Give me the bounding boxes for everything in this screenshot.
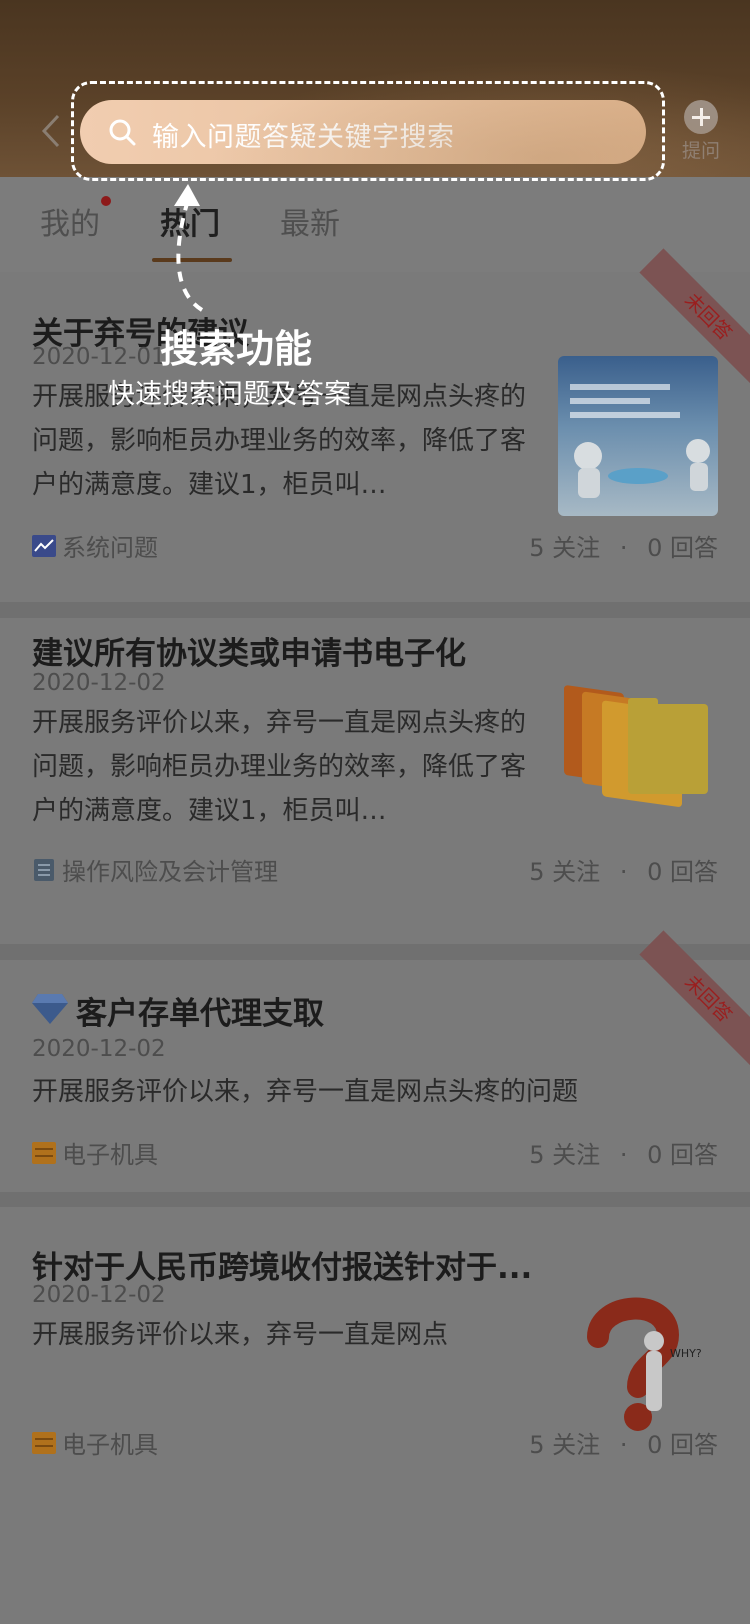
plus-icon: [684, 100, 718, 134]
question-card[interactable]: 建议所有协议类或申请书电子化 2020-12-02 开展服务评价以来，弃号一直是…: [0, 618, 750, 944]
question-card[interactable]: 针对于人民币跨境收付报送针对于... 2020-12-02 开展服务评价以来，弃…: [0, 1207, 750, 1530]
diamond-icon: [32, 994, 68, 1024]
stat-separator: ·: [619, 858, 628, 886]
unread-dot: [101, 196, 111, 206]
category-label: 系统问题: [62, 534, 158, 562]
question-stats: 5 关注 · 0 回答: [529, 852, 718, 887]
question-stats: 5 关注 · 0 回答: [529, 528, 718, 563]
stat-separator: ·: [619, 1141, 628, 1169]
back-arrow-icon[interactable]: [38, 112, 64, 150]
robot-image: [558, 356, 718, 516]
question-mark-image: WHY?: [558, 1287, 718, 1447]
question-stats: 5 关注 · 0 回答: [529, 1135, 718, 1170]
machine-icon: [32, 1431, 56, 1454]
question-date: 2020-12-01: [32, 344, 166, 370]
guide-subtitle: 快速搜索问题及答案: [108, 379, 351, 410]
qa-page: 输入问题答疑关键字搜索 提问 我的 热门 最新 未回答 关于弃号的建议 2020…: [0, 0, 750, 1624]
question-desc: 开展服务评价以来，弃号一直是网点: [32, 1320, 449, 1350]
chart-icon: [32, 534, 56, 557]
stat-separator: ·: [619, 1431, 628, 1459]
folders-image: [558, 674, 718, 834]
answer-count: 0 回答: [647, 1431, 718, 1459]
answer-count: 0 回答: [647, 858, 718, 886]
guide-arrow: [174, 184, 204, 312]
follow-count: 5 关注: [529, 858, 601, 886]
guide-title: 搜索功能: [160, 327, 313, 371]
follow-count: 5 关注: [529, 534, 601, 562]
category-label: 电子机具: [62, 1431, 158, 1459]
card-divider: [0, 602, 750, 618]
ask-question-button[interactable]: 提问: [676, 100, 726, 166]
follow-count: 5 关注: [529, 1141, 601, 1169]
question-date: 2020-12-02: [32, 1282, 166, 1308]
question-date: 2020-12-02: [32, 670, 166, 696]
search-highlight-frame: [71, 81, 665, 181]
answer-count: 0 回答: [647, 1141, 718, 1169]
ask-label: 提问: [681, 140, 720, 162]
tab-bar: [0, 177, 750, 272]
category-label: 电子机具: [62, 1141, 158, 1169]
card-divider: [0, 1192, 750, 1208]
follow-count: 5 关注: [529, 1431, 601, 1459]
question-category[interactable]: 电子机具: [32, 1425, 158, 1460]
question-title: 客户存单代理支取: [76, 996, 324, 1032]
stat-separator: ·: [619, 534, 628, 562]
answer-count: 0 回答: [647, 534, 718, 562]
card-divider: [0, 944, 750, 960]
document-icon: [34, 858, 54, 881]
question-category[interactable]: 电子机具: [32, 1135, 158, 1170]
question-category[interactable]: 系统问题: [32, 528, 158, 563]
category-label: 操作风险及会计管理: [62, 858, 278, 886]
question-card[interactable]: 未回答 关于弃号的建议 2020-12-01 开展服务评价以来，弃号一直是网点头…: [0, 248, 750, 602]
question-card[interactable]: 未回答 客户存单代理支取 2020-12-02 开展服务评价以来，弃号一直是网点…: [0, 930, 750, 1192]
tab-my[interactable]: 我的: [40, 199, 100, 243]
tab-latest[interactable]: 最新: [280, 199, 340, 243]
question-desc: 开展服务评价以来，弃号一直是网点头疼的问题: [32, 1077, 579, 1107]
question-desc: 开展服务评价以来，弃号一直是网点头疼的问题，影响柜员办理业务的效率，降低了客户的…: [32, 708, 527, 826]
question-title: 针对于人民币跨境收付报送针对于...: [32, 1250, 533, 1286]
question-date: 2020-12-02: [32, 1036, 166, 1062]
svg-text:WHY?: WHY?: [670, 1347, 702, 1360]
question-title: 建议所有协议类或申请书电子化: [32, 636, 466, 672]
question-category[interactable]: 操作风险及会计管理: [32, 852, 278, 887]
question-stats: 5 关注 · 0 回答: [529, 1425, 718, 1460]
machine-icon: [32, 1141, 56, 1164]
